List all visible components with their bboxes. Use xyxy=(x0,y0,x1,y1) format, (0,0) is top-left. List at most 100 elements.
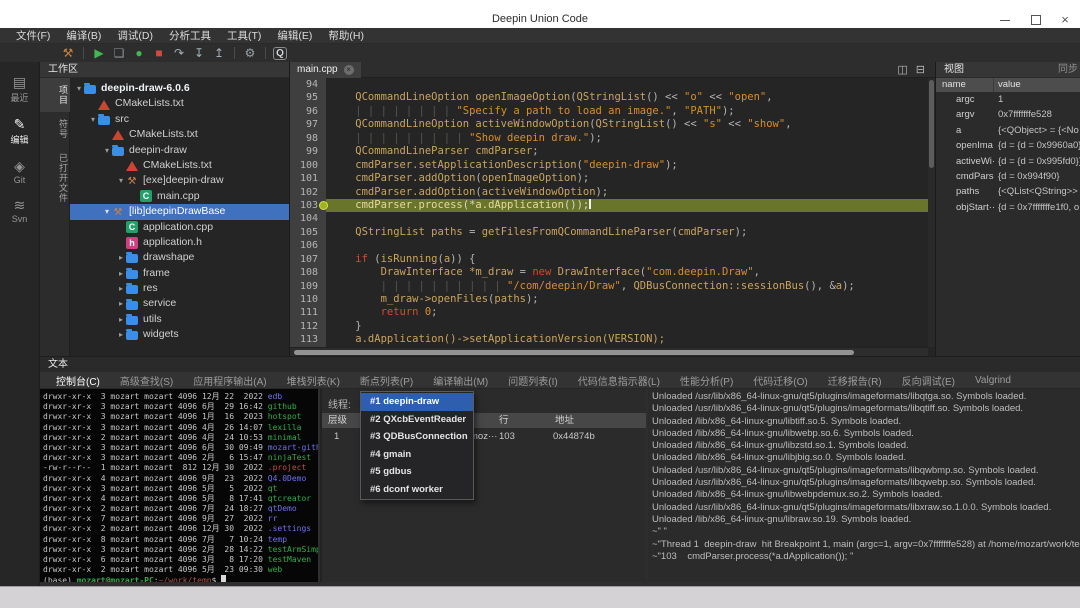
bottom-tab[interactable]: 问题列表(I) xyxy=(498,373,567,388)
maximize-button[interactable] xyxy=(1028,14,1042,26)
bottom-tab[interactable]: 控制台(C) xyxy=(46,373,110,388)
scrollbar-thumb[interactable] xyxy=(294,350,854,355)
line-number[interactable]: 102 xyxy=(290,186,326,199)
line-number[interactable]: 110 xyxy=(290,293,326,306)
menu-item[interactable]: 文件(F) xyxy=(8,28,58,43)
code-area[interactable]: 9495 QCommandLineOption openImageOption(… xyxy=(290,78,928,347)
line-number[interactable]: 109 xyxy=(290,280,326,293)
code-line[interactable]: 105 QStringList paths = getFilesFromQCom… xyxy=(290,226,928,239)
tree-item[interactable]: ▸ frame xyxy=(70,266,289,281)
step-into-button[interactable]: ↧ xyxy=(189,45,209,61)
toolbar-separator[interactable] xyxy=(265,47,266,59)
line-number[interactable]: 96 xyxy=(290,105,326,118)
search-button[interactable]: Q xyxy=(273,47,287,60)
code-line[interactable]: 95 QCommandLineOption openImageOption(QS… xyxy=(290,91,928,104)
line-number[interactable]: 106 xyxy=(290,239,326,252)
code-line[interactable]: 99 QCommandLineParser cmdParser; xyxy=(290,145,928,158)
line-number[interactable]: 113 xyxy=(290,333,326,346)
expand-arrow-icon[interactable]: ▸ xyxy=(116,296,126,311)
menu-item[interactable]: 调试(D) xyxy=(109,28,161,43)
bottom-tab[interactable]: 堆栈列表(K) xyxy=(277,373,350,388)
expand-arrow-icon[interactable]: ▸ xyxy=(116,250,126,265)
tree-item[interactable]: ▾ deepin-draw-6.0.6 xyxy=(70,81,289,96)
line-number[interactable]: 108 xyxy=(290,266,326,279)
toolbar-separator[interactable] xyxy=(234,47,235,59)
bottom-tab[interactable]: 代码信息指示器(L) xyxy=(568,373,670,388)
tree-item[interactable]: application.cpp xyxy=(70,220,289,235)
expand-arrow-icon[interactable]: ▾ xyxy=(102,204,112,219)
column-name[interactable]: name xyxy=(936,78,994,92)
menu-item[interactable]: 工具(T) xyxy=(219,28,269,43)
variable-row[interactable]: paths {<QList<QString>> = ··· xyxy=(936,184,1080,199)
code-line[interactable]: 109 | | | | | | | | | | "/com/deepin/Dra… xyxy=(290,280,928,293)
views-header-action[interactable]: 同步 xyxy=(1058,62,1078,78)
expand-arrow-icon[interactable]: ▸ xyxy=(116,266,126,281)
debug-log[interactable]: Unloaded /usr/lib/x86_64-linux-gnu/qt5/p… xyxy=(648,389,1080,582)
code-line[interactable]: 94 xyxy=(290,78,928,91)
workspace-side-tab[interactable]: 符号 xyxy=(40,112,70,146)
workspace-side-tab[interactable]: 项目 xyxy=(40,78,70,112)
tree-item[interactable]: ▾ src xyxy=(70,112,289,127)
editor-vertical-scrollbar[interactable] xyxy=(928,78,935,347)
line-number[interactable]: 100 xyxy=(290,159,326,172)
bottom-tab[interactable]: 断点列表(P) xyxy=(350,373,423,388)
variable-row[interactable]: argc 1 xyxy=(936,92,1080,107)
expand-arrow-icon[interactable]: ▾ xyxy=(116,173,126,188)
step-out-button[interactable]: ↥ xyxy=(209,45,229,61)
column-value[interactable]: value xyxy=(994,78,1080,92)
line-number[interactable]: 103 xyxy=(290,199,326,212)
thread-dropdown-item[interactable]: #3 QDBusConnection xyxy=(361,428,473,446)
tree-item[interactable]: ▾ deepin-draw xyxy=(70,143,289,158)
variable-row[interactable]: objStart··· {d = 0x7fffffffe1f0, o ··· xyxy=(936,200,1080,215)
line-number[interactable]: 98 xyxy=(290,132,326,145)
variable-row[interactable]: argv 0x7fffffffe528 xyxy=(936,107,1080,122)
settings-button[interactable]: ⚙ xyxy=(240,45,260,61)
split-vertical-icon[interactable]: ◫ xyxy=(897,63,907,76)
code-line[interactable]: 100 cmdParser.setApplicationDescription(… xyxy=(290,159,928,172)
line-number[interactable]: 112 xyxy=(290,320,326,333)
line-number[interactable]: 104 xyxy=(290,212,326,225)
tree-item[interactable]: application.h xyxy=(70,235,289,250)
code-line[interactable]: 111 return 0; xyxy=(290,306,928,319)
tree-item[interactable]: ▸ drawshape xyxy=(70,250,289,265)
bottom-tab[interactable]: 高级查找(S) xyxy=(110,373,183,388)
toolbar-separator[interactable] xyxy=(83,47,84,59)
line-number[interactable]: 97 xyxy=(290,118,326,131)
code-line[interactable]: 96 | | | | | | | | "Specify a path to lo… xyxy=(290,105,928,118)
bottom-tab[interactable]: 代码迁移(O) xyxy=(743,373,817,388)
line-number[interactable]: 107 xyxy=(290,253,326,266)
minimize-button[interactable] xyxy=(998,14,1012,26)
code-line[interactable]: 102 cmdParser.addOption(activeWindowOpti… xyxy=(290,186,928,199)
bottom-tab[interactable]: 反向调试(E) xyxy=(892,373,965,388)
thread-dropdown-item[interactable]: #6 dconf worker xyxy=(361,481,473,499)
thread-dropdown-item[interactable]: #1 deepin-draw xyxy=(361,393,473,411)
variable-row[interactable]: openIma··· {d = {d = 0x9960a0}} xyxy=(936,138,1080,153)
expand-arrow-icon[interactable]: ▸ xyxy=(116,312,126,327)
split-horizontal-icon[interactable]: ⊟ xyxy=(916,63,925,76)
bottom-tab[interactable]: 应用程序输出(A) xyxy=(183,373,276,388)
stop-debug-button[interactable]: ■ xyxy=(149,45,169,61)
code-line[interactable]: 97 QCommandLineOption activeWindowOption… xyxy=(290,118,928,131)
tree-item[interactable]: ▸ res xyxy=(70,281,289,296)
bottom-tab[interactable]: 性能分析(P) xyxy=(670,373,743,388)
tree-item[interactable]: ▸ utils xyxy=(70,312,289,327)
tree-item[interactable]: ▸ widgets xyxy=(70,327,289,342)
line-number[interactable]: 101 xyxy=(290,172,326,185)
expand-arrow-icon[interactable]: ▸ xyxy=(116,281,126,296)
menu-item[interactable]: 分析工具 xyxy=(161,28,219,43)
expand-arrow-icon[interactable]: ▾ xyxy=(102,143,112,158)
start-debug-button[interactable]: ▶ xyxy=(89,45,109,61)
menu-item[interactable]: 编辑(E) xyxy=(269,28,320,43)
bottom-tab[interactable]: 编译输出(M) xyxy=(423,373,498,388)
tree-item[interactable]: CMakeLists.txt xyxy=(70,127,289,142)
bottom-tab[interactable]: Valgrind xyxy=(965,375,1021,386)
code-line[interactable]: 113 a.dApplication()->setApplicationVers… xyxy=(290,333,928,346)
terminal[interactable]: drwxr-xr-x 3 mozart mozart 4096 12月 22 2… xyxy=(40,389,318,582)
run-file-button[interactable]: ❏ xyxy=(109,45,129,61)
variable-row[interactable]: cmdParser {d = 0x994f90} xyxy=(936,169,1080,184)
tree-item[interactable]: ▸ service xyxy=(70,296,289,311)
line-number[interactable]: 94 xyxy=(290,78,326,91)
rail-item-svn[interactable]: ≋ Svn xyxy=(0,197,39,224)
menu-item[interactable]: 帮助(H) xyxy=(320,28,372,43)
thread-dropdown-item[interactable]: #2 QXcbEventReader xyxy=(361,411,473,429)
